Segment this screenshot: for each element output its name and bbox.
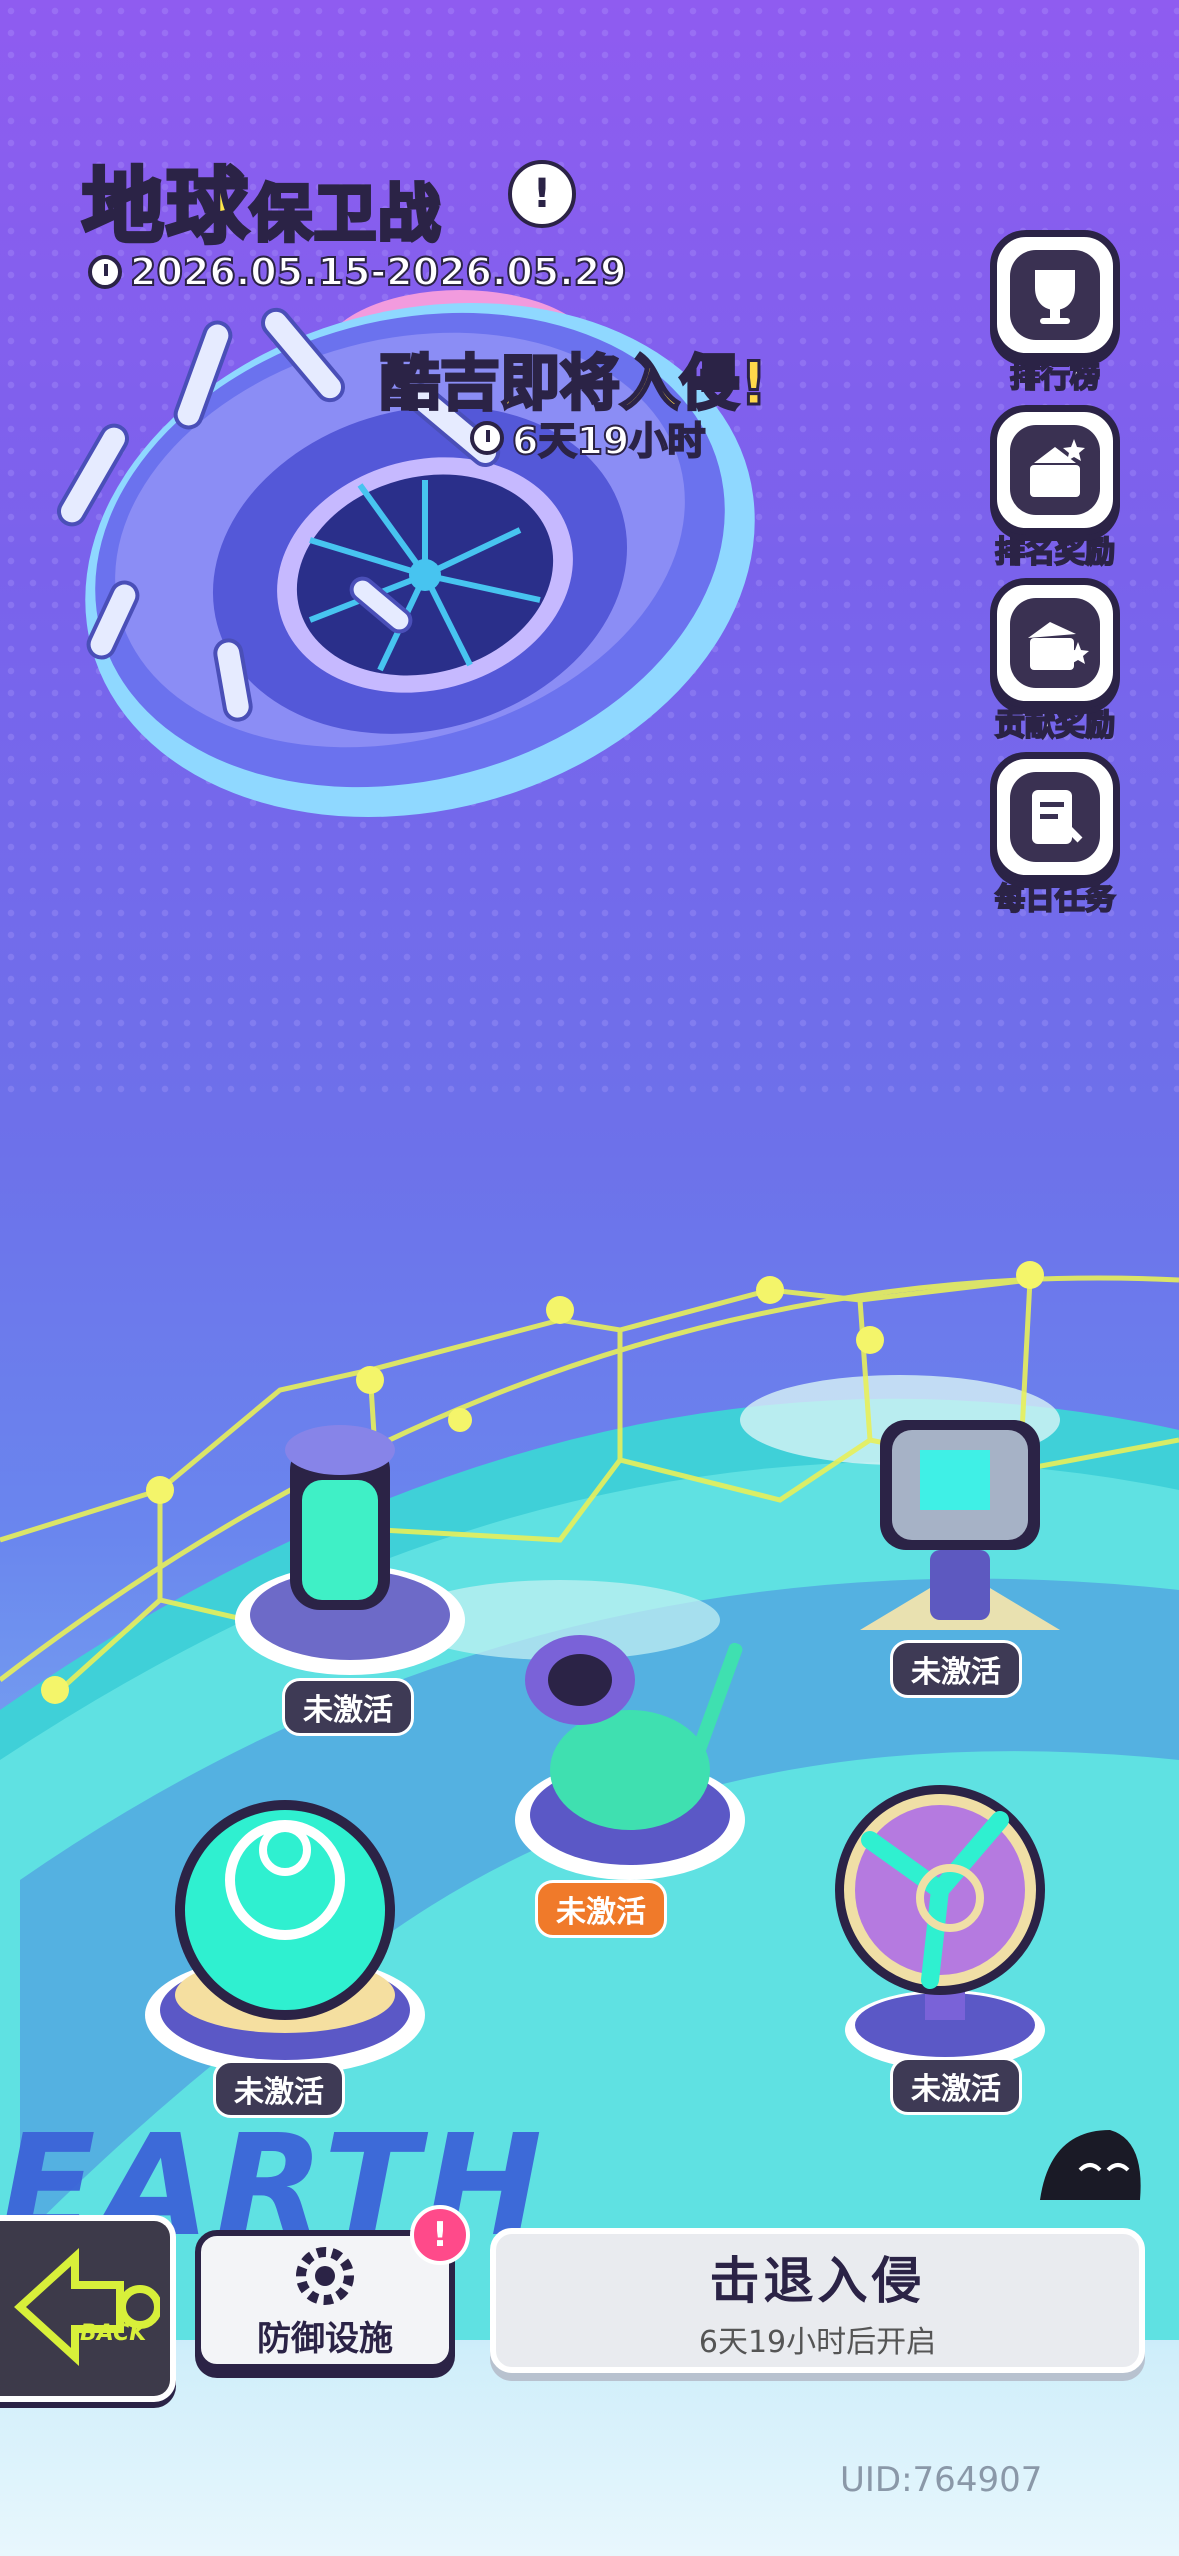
back-label: BACK bbox=[80, 2321, 147, 2346]
notification-badge: ! bbox=[410, 2205, 470, 2265]
page-title: 地球保卫战 bbox=[80, 140, 443, 259]
tower-status-laser: 未激活 bbox=[890, 1640, 1022, 1698]
title-main: 地球 bbox=[80, 158, 251, 257]
back-arrow-icon bbox=[14, 2247, 162, 2367]
repel-title: 击退入侵 bbox=[709, 2251, 926, 2310]
cannon-tower[interactable] bbox=[510, 1620, 770, 1890]
event-date: 2026.05.15-2026.05.29 bbox=[88, 249, 628, 295]
invade-headline: 酷吉即将入侵! bbox=[378, 348, 768, 421]
creature-mascot bbox=[1040, 2130, 1141, 2200]
task-list-icon bbox=[1032, 790, 1083, 844]
side-button-rank-reward[interactable]: 排名奖励 bbox=[975, 405, 1135, 571]
user-id: UID:764907 bbox=[840, 2460, 1043, 2500]
countdown-text: 6天19小时 bbox=[511, 418, 706, 464]
side-button-ranking[interactable]: 排行榜 bbox=[975, 230, 1135, 396]
repel-subtitle: 6天19小时后开启 bbox=[698, 2324, 937, 2360]
dome-tower[interactable] bbox=[140, 1790, 430, 2080]
date-range-text: 2026.05.15-2026.05.29 bbox=[129, 249, 628, 295]
fan-tower[interactable] bbox=[830, 1780, 1060, 2070]
defense-label: 防御设施 bbox=[257, 2318, 393, 2359]
clock-icon bbox=[88, 255, 122, 289]
clock-icon bbox=[470, 420, 504, 455]
laser-tower[interactable] bbox=[840, 1400, 1080, 1640]
gift-box-icon bbox=[1030, 439, 1085, 497]
gear-wrench-icon bbox=[296, 2246, 354, 2305]
repel-invasion-button[interactable]: 击退入侵 6天19小时后开启 bbox=[490, 2228, 1145, 2373]
trophy-icon bbox=[1035, 270, 1075, 324]
tower-status-capsule: 未激活 bbox=[282, 1678, 414, 1736]
invade-countdown: 6天19小时 bbox=[470, 410, 706, 465]
info-icon[interactable]: ! bbox=[508, 160, 576, 228]
back-button[interactable]: BACK bbox=[0, 2215, 176, 2402]
tower-status-dome: 未激活 bbox=[213, 2060, 345, 2118]
title-rest: 保卫战 bbox=[248, 175, 443, 252]
capsule-tower[interactable] bbox=[220, 1420, 480, 1680]
tower-status-fan: 未激活 bbox=[890, 2057, 1022, 2115]
reward-box-icon bbox=[1028, 622, 1089, 670]
side-button-daily-task[interactable]: 每日任务 bbox=[975, 752, 1135, 918]
tower-status-cannon: 未激活 bbox=[535, 1880, 667, 1938]
side-button-contribution-reward[interactable]: 贡献奖励 bbox=[975, 578, 1135, 744]
